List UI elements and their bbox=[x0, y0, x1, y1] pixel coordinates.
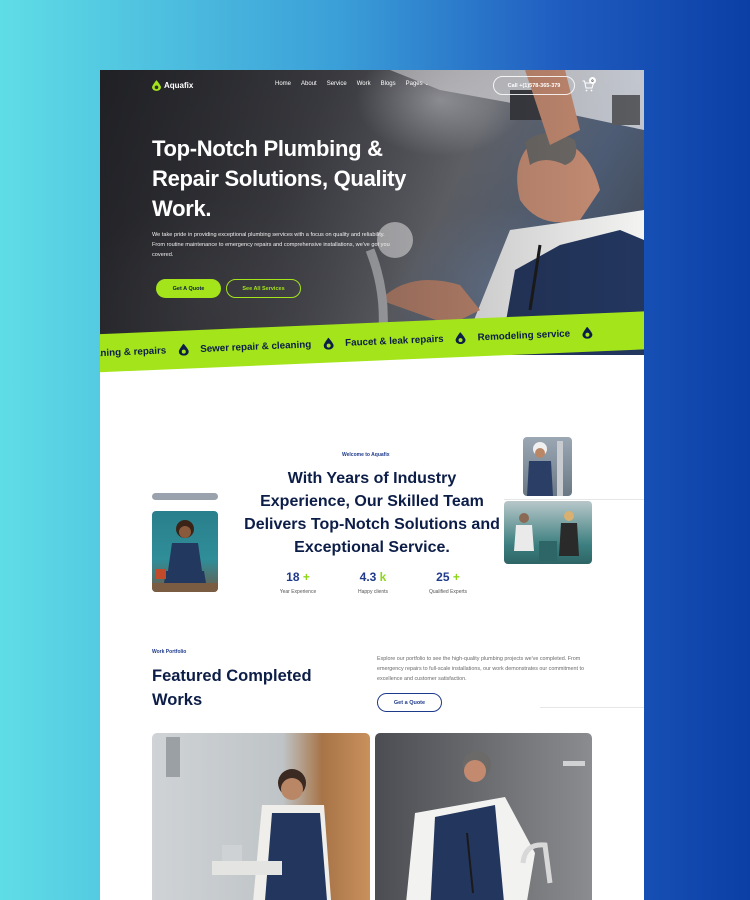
portfolio-image-sink-repair bbox=[166, 737, 332, 900]
nav-service[interactable]: Service bbox=[327, 81, 347, 87]
top-nav: Aquafix Home About Service Work Blogs Pa… bbox=[100, 70, 644, 100]
call-button[interactable]: Call +(1)578-365-379 bbox=[493, 76, 575, 95]
portfolio-image-faucet-repair bbox=[406, 751, 585, 900]
stat-suffix: + bbox=[302, 570, 310, 584]
water-drop-logo-icon bbox=[152, 80, 161, 91]
water-drop-icon bbox=[323, 337, 334, 350]
nav-pages-label: Pages bbox=[405, 81, 423, 87]
water-drop-icon bbox=[455, 332, 466, 345]
ribbon-item: Remodeling service bbox=[477, 326, 593, 344]
page: Aquafix Home About Service Work Blogs Pa… bbox=[100, 70, 644, 900]
divider-line bbox=[504, 499, 644, 500]
logo[interactable]: Aquafix bbox=[152, 80, 193, 91]
about-eyebrow: Welcome to Aquafix bbox=[342, 452, 390, 458]
portfolio-get-quote-button[interactable]: Get a Quote bbox=[377, 693, 442, 712]
portfolio-title: Featured Completed Works bbox=[152, 667, 312, 709]
ribbon-item-label: Remodeling service bbox=[477, 327, 571, 343]
water-drop-icon bbox=[582, 326, 593, 339]
stat-label: Year Experience bbox=[279, 589, 317, 595]
stat-value: 4.3 bbox=[359, 570, 377, 584]
cart-count-badge: 0 bbox=[589, 77, 596, 84]
plumber-woman-illustration bbox=[152, 520, 218, 592]
nav-pages[interactable]: Pages ⌄ bbox=[406, 81, 429, 87]
stat-label: Qualified Experts bbox=[428, 589, 468, 595]
stat-suffix: k bbox=[379, 570, 387, 584]
get-quote-button[interactable]: Get A Quote bbox=[156, 279, 221, 298]
hero-section: Aquafix Home About Service Work Blogs Pa… bbox=[100, 70, 644, 355]
water-drop-icon bbox=[178, 343, 189, 356]
about-image-kitchen-team bbox=[504, 501, 592, 564]
nav-links: Home About Service Work Blogs Pages ⌄ bbox=[275, 81, 429, 87]
ribbon-item-label: Sewer repair & cleaning bbox=[199, 338, 312, 355]
ribbon-item: Sewer repair & cleaning bbox=[199, 337, 334, 355]
nav-about[interactable]: About bbox=[301, 81, 317, 87]
see-all-services-button[interactable]: See All Services bbox=[226, 279, 301, 298]
nav-blogs[interactable]: Blogs bbox=[381, 81, 396, 87]
stat-value: 25 bbox=[436, 570, 450, 584]
about-title: With Years of Industry Experience, Our S… bbox=[244, 470, 500, 556]
ribbon-item: leaning & repairs bbox=[100, 343, 189, 360]
about-image-plumber-woman bbox=[152, 511, 218, 592]
ribbon-item: Faucet & leak repairs bbox=[345, 332, 466, 349]
stat-value: 18 bbox=[286, 570, 300, 584]
brand-name: Aquafix bbox=[164, 81, 194, 90]
about-image-top-left bbox=[152, 493, 218, 500]
stat-number: 18 + bbox=[268, 570, 328, 584]
portfolio-description: Explore our portfolio to see the high-qu… bbox=[377, 656, 585, 682]
stat-number: 25 + bbox=[418, 570, 478, 584]
ribbon-item-label: leaning & repairs bbox=[100, 344, 167, 360]
portfolio-eyebrow: Work Portfolio bbox=[152, 649, 187, 655]
about-image-worker-helmet bbox=[523, 437, 572, 496]
stat-number: 4.3 k bbox=[343, 570, 403, 584]
stat-experts: 25 + Qualified Experts bbox=[418, 570, 478, 595]
chevron-down-icon: ⌄ bbox=[424, 81, 429, 87]
portfolio-card-2[interactable] bbox=[375, 733, 592, 900]
ribbon-item-label: Faucet & leak repairs bbox=[344, 333, 444, 349]
stat-label: Happy clients bbox=[357, 589, 388, 595]
stats-row: 18 + Year Experience 4.3 k Happy clients… bbox=[268, 570, 478, 595]
portfolio-card-1[interactable] bbox=[152, 733, 370, 900]
kitchen-team-illustration bbox=[514, 511, 579, 561]
nav-work[interactable]: Work bbox=[357, 81, 371, 87]
stat-clients: 4.3 k Happy clients bbox=[343, 570, 403, 595]
stat-years: 18 + Year Experience bbox=[268, 570, 328, 595]
divider-line bbox=[540, 707, 644, 708]
stat-suffix: + bbox=[452, 570, 460, 584]
nav-home[interactable]: Home bbox=[275, 81, 291, 87]
worker-helmet-illustration bbox=[527, 441, 563, 496]
hero-description: We take pride in providing exceptional p… bbox=[152, 232, 390, 258]
hero-title: Top-Notch Plumbing & Repair Solutions, Q… bbox=[152, 136, 407, 221]
